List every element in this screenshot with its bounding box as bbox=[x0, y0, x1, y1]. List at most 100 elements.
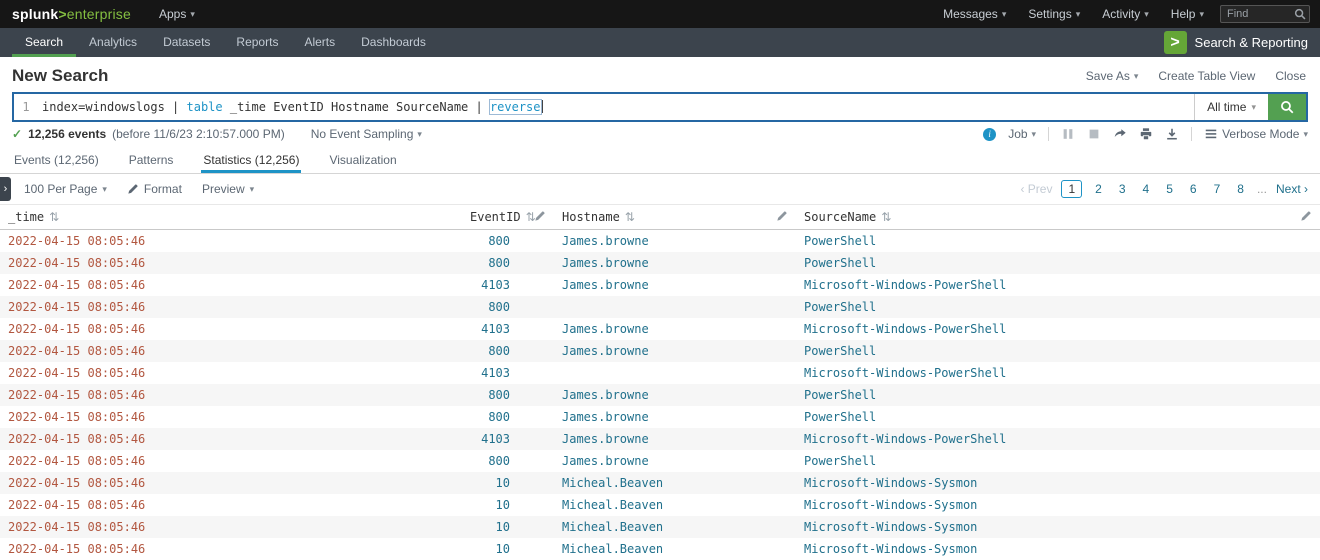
column-header-time[interactable]: _time ⇅ bbox=[0, 204, 462, 230]
column-header-hostname[interactable]: Hostname ⇅ bbox=[554, 204, 796, 230]
pagination-page-6[interactable]: 6 bbox=[1186, 180, 1201, 198]
menu-help[interactable]: Help ▾ bbox=[1171, 7, 1204, 21]
menu-settings[interactable]: Settings ▾ bbox=[1028, 7, 1080, 21]
cell-sourcename[interactable]: Microsoft-Windows-Sysmon bbox=[796, 494, 1320, 516]
print-button[interactable] bbox=[1139, 127, 1153, 141]
cell-hostname[interactable] bbox=[554, 362, 796, 384]
cell-sourcename[interactable]: Microsoft-Windows-PowerShell bbox=[796, 318, 1320, 340]
cell-hostname[interactable]: James.browne bbox=[554, 252, 796, 274]
cell-hostname[interactable]: James.browne bbox=[554, 340, 796, 362]
find-search[interactable] bbox=[1220, 5, 1310, 23]
cell-hostname[interactable]: Micheal.Beaven bbox=[554, 494, 796, 516]
cell-time[interactable]: 2022-04-15 08:05:46 bbox=[0, 362, 462, 384]
share-button[interactable] bbox=[1113, 127, 1127, 141]
cell-sourcename[interactable]: Microsoft-Windows-Sysmon bbox=[796, 516, 1320, 538]
search-button[interactable] bbox=[1268, 94, 1306, 120]
job-info-icon[interactable]: i bbox=[983, 127, 997, 141]
cell-eventid[interactable]: 10 bbox=[462, 494, 554, 516]
cell-sourcename[interactable]: PowerShell bbox=[796, 340, 1320, 362]
nav-tab-alerts[interactable]: Alerts bbox=[291, 28, 348, 57]
column-header-sourcename[interactable]: SourceName ⇅ bbox=[796, 204, 1320, 230]
cell-hostname[interactable] bbox=[554, 296, 796, 318]
cell-eventid[interactable]: 800 bbox=[462, 296, 554, 318]
cell-time[interactable]: 2022-04-15 08:05:46 bbox=[0, 384, 462, 406]
cell-time[interactable]: 2022-04-15 08:05:46 bbox=[0, 428, 462, 450]
pause-button[interactable] bbox=[1061, 127, 1075, 141]
cell-sourcename[interactable]: PowerShell bbox=[796, 252, 1320, 274]
cell-hostname[interactable]: James.browne bbox=[554, 230, 796, 253]
cell-hostname[interactable]: James.browne bbox=[554, 428, 796, 450]
pagination-page-8[interactable]: 8 bbox=[1233, 180, 1248, 198]
time-range-picker[interactable]: All time ▾ bbox=[1194, 94, 1268, 120]
export-button[interactable] bbox=[1165, 127, 1179, 141]
save-as-menu[interactable]: Save As ▾ bbox=[1086, 69, 1139, 83]
nav-tab-datasets[interactable]: Datasets bbox=[150, 28, 223, 57]
cell-time[interactable]: 2022-04-15 08:05:46 bbox=[0, 538, 462, 560]
pagination-page-2[interactable]: 2 bbox=[1091, 180, 1106, 198]
cell-eventid[interactable]: 800 bbox=[462, 450, 554, 472]
results-tab-patterns[interactable]: Patterns bbox=[127, 146, 176, 173]
cell-hostname[interactable]: James.browne bbox=[554, 450, 796, 472]
cell-time[interactable]: 2022-04-15 08:05:46 bbox=[0, 472, 462, 494]
results-tab-visualization[interactable]: Visualization bbox=[327, 146, 398, 173]
cell-sourcename[interactable]: Microsoft-Windows-Sysmon bbox=[796, 538, 1320, 560]
search-reporting-app-icon[interactable]: > bbox=[1163, 31, 1187, 54]
preview-selector[interactable]: Preview ▾ bbox=[202, 182, 254, 196]
cell-eventid[interactable]: 800 bbox=[462, 384, 554, 406]
cell-time[interactable]: 2022-04-15 08:05:46 bbox=[0, 296, 462, 318]
cell-eventid[interactable]: 800 bbox=[462, 340, 554, 362]
results-tab-events-12-256[interactable]: Events (12,256) bbox=[12, 146, 101, 173]
menu-activity[interactable]: Activity ▾ bbox=[1102, 7, 1149, 21]
menu-messages[interactable]: Messages ▾ bbox=[943, 7, 1006, 21]
edit-column-icon[interactable] bbox=[776, 210, 788, 222]
cell-sourcename[interactable]: Microsoft-Windows-PowerShell bbox=[796, 362, 1320, 384]
cell-time[interactable]: 2022-04-15 08:05:46 bbox=[0, 516, 462, 538]
format-button[interactable]: Format bbox=[127, 182, 182, 196]
cell-eventid[interactable]: 4103 bbox=[462, 318, 554, 340]
results-tab-statistics-12-256[interactable]: Statistics (12,256) bbox=[201, 146, 302, 173]
pagination-page-7[interactable]: 7 bbox=[1210, 180, 1225, 198]
event-sampling-selector[interactable]: No Event Sampling ▾ bbox=[311, 127, 422, 141]
nav-tab-reports[interactable]: Reports bbox=[223, 28, 291, 57]
cell-time[interactable]: 2022-04-15 08:05:46 bbox=[0, 340, 462, 362]
cell-hostname[interactable]: James.browne bbox=[554, 406, 796, 428]
cell-eventid[interactable]: 10 bbox=[462, 472, 554, 494]
cell-sourcename[interactable]: Microsoft-Windows-Sysmon bbox=[796, 472, 1320, 494]
cell-eventid[interactable]: 10 bbox=[462, 538, 554, 560]
cell-eventid[interactable]: 800 bbox=[462, 230, 554, 253]
search-query-input[interactable]: 1 index=windowslogs | table _time EventI… bbox=[12, 92, 1308, 122]
cell-sourcename[interactable]: PowerShell bbox=[796, 450, 1320, 472]
cell-time[interactable]: 2022-04-15 08:05:46 bbox=[0, 274, 462, 296]
cell-sourcename[interactable]: PowerShell bbox=[796, 406, 1320, 428]
cell-time[interactable]: 2022-04-15 08:05:46 bbox=[0, 230, 462, 253]
cell-eventid[interactable]: 4103 bbox=[462, 274, 554, 296]
pagination-page-5[interactable]: 5 bbox=[1162, 180, 1177, 198]
pagination-page-1[interactable]: 1 bbox=[1061, 180, 1083, 198]
pagination-page-4[interactable]: 4 bbox=[1139, 180, 1154, 198]
cell-hostname[interactable]: James.browne bbox=[554, 384, 796, 406]
cell-hostname[interactable]: Micheal.Beaven bbox=[554, 538, 796, 560]
cell-eventid[interactable]: 800 bbox=[462, 252, 554, 274]
per-page-selector[interactable]: 100 Per Page ▾ bbox=[24, 182, 107, 196]
cell-eventid[interactable]: 4103 bbox=[462, 362, 554, 384]
cell-sourcename[interactable]: PowerShell bbox=[796, 230, 1320, 253]
cell-sourcename[interactable]: Microsoft-Windows-PowerShell bbox=[796, 428, 1320, 450]
job-menu[interactable]: Job ▾ bbox=[1008, 127, 1036, 141]
nav-tab-dashboards[interactable]: Dashboards bbox=[348, 28, 439, 57]
pagination-next[interactable]: Next › bbox=[1276, 182, 1308, 196]
search-mode-selector[interactable]: Verbose Mode ▾ bbox=[1204, 127, 1308, 141]
cell-sourcename[interactable]: PowerShell bbox=[796, 384, 1320, 406]
pagination-page-3[interactable]: 3 bbox=[1115, 180, 1130, 198]
cell-sourcename[interactable]: Microsoft-Windows-PowerShell bbox=[796, 274, 1320, 296]
column-header-eventid[interactable]: EventID ⇅ bbox=[462, 204, 554, 230]
sidebar-expand-button[interactable]: › bbox=[0, 177, 11, 201]
cell-eventid[interactable]: 800 bbox=[462, 406, 554, 428]
cell-hostname[interactable]: Micheal.Beaven bbox=[554, 472, 796, 494]
cell-hostname[interactable]: James.browne bbox=[554, 274, 796, 296]
cell-hostname[interactable]: Micheal.Beaven bbox=[554, 516, 796, 538]
cell-time[interactable]: 2022-04-15 08:05:46 bbox=[0, 450, 462, 472]
cell-eventid[interactable]: 4103 bbox=[462, 428, 554, 450]
app-name[interactable]: Search & Reporting bbox=[1195, 35, 1308, 50]
nav-tab-analytics[interactable]: Analytics bbox=[76, 28, 150, 57]
cell-time[interactable]: 2022-04-15 08:05:46 bbox=[0, 494, 462, 516]
